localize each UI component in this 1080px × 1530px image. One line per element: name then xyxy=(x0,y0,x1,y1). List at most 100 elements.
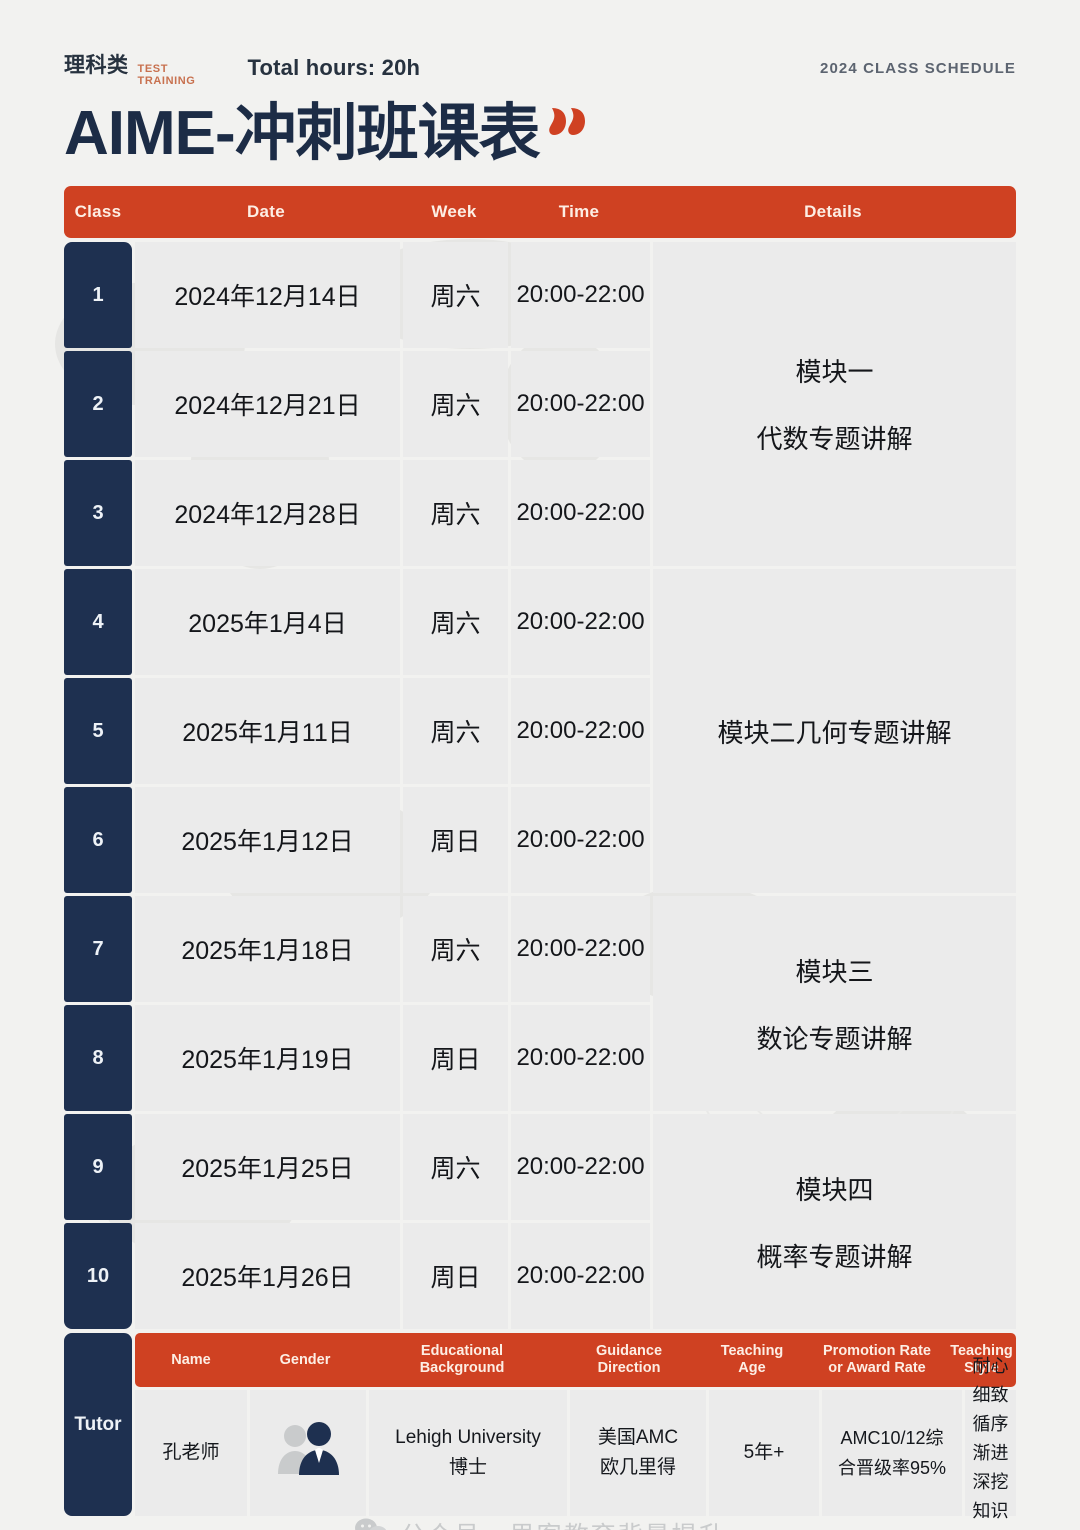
page-title: AIME-冲刺班课表 xyxy=(64,99,541,168)
week-cell: 周六 xyxy=(403,242,508,348)
column-header-details: Details xyxy=(804,202,862,221)
tutor-gender-cell xyxy=(250,1390,366,1516)
module-cell: 模块一 代数专题讲解 xyxy=(653,242,1016,566)
male-female-avatar-icon xyxy=(271,1419,345,1487)
column-header-week: Week xyxy=(431,202,477,221)
date-cell: 2025年1月25日 xyxy=(135,1114,400,1220)
wechat-icon xyxy=(354,1517,388,1530)
watermark: 公众号 · 思客教育背景提升 xyxy=(0,1516,1080,1530)
column-header-date: Date xyxy=(246,202,286,221)
week-cell: 周日 xyxy=(403,1005,508,1111)
time-cell: 20:00-22:00 xyxy=(511,787,650,893)
watermark-text: 公众号 · 思客教育背景提升 xyxy=(400,1516,725,1530)
time-column: 20:00-22:00 20:00-22:00 20:00-22:00 20:00-2… xyxy=(508,242,650,1329)
tutor-table: Name Gender Educational Background Guida… xyxy=(135,1333,1016,1530)
brand-logo-en: TEST TRAINING xyxy=(137,63,196,87)
tutor-column-age-line1: Teaching xyxy=(720,1343,784,1359)
tutor-column-education: Educational Background xyxy=(363,1343,561,1377)
quote-marks-icon xyxy=(548,106,588,143)
brand-logo-cn: 理科类 xyxy=(64,54,129,77)
tutor-column-promotion-rate: Promotion Rate or Award Rate xyxy=(807,1343,947,1377)
class-number-column: 1 2 3 4 5 6 7 8 9 10 xyxy=(64,242,132,1329)
time-cell: 20:00-22:00 xyxy=(511,460,650,566)
tutor-style-line2: 循序渐进 xyxy=(972,1413,1009,1463)
week-cell: 周日 xyxy=(403,787,508,893)
module-title: 模块一 xyxy=(795,357,874,387)
module-subject: 代数专题讲解 xyxy=(756,424,913,454)
class-number-cell: 9 xyxy=(64,1114,132,1220)
tutor-rate-line2: 合晋级率95% xyxy=(837,1458,947,1478)
time-cell: 20:00-22:00 xyxy=(511,351,650,457)
time-cell: 20:00-22:00 xyxy=(511,1114,650,1220)
total-hours-label: Total hours: 20h xyxy=(247,55,421,80)
module-title: 模块四 xyxy=(795,1174,874,1205)
brand-logo: 理科类 TEST TRAINING xyxy=(64,49,195,87)
tutor-column-age-line2: Age xyxy=(738,1360,766,1376)
time-cell: 20:00-22:00 xyxy=(511,896,650,1002)
tutor-column-teaching-age: Teaching Age xyxy=(697,1343,807,1377)
module-cell: 模块四 概率专题讲解 xyxy=(653,1114,1016,1329)
module-title: 模块三 xyxy=(795,956,874,987)
tutor-column-name: Name xyxy=(171,1351,211,1368)
week-cell: 周六 xyxy=(403,896,508,1002)
date-cell: 2025年1月19日 xyxy=(135,1005,400,1111)
date-cell: 2024年12月14日 xyxy=(135,242,400,348)
tutor-column-education-line2: Background xyxy=(419,1360,505,1376)
tutor-column-rate-line2: or Award Rate xyxy=(828,1360,926,1376)
column-header-class: Class xyxy=(74,202,122,221)
title-row: AIME-冲刺班课表 xyxy=(64,98,1016,170)
tutor-style-line1: 耐心细致 xyxy=(972,1355,1009,1405)
week-cell: 周六 xyxy=(403,569,508,675)
schedule-table-body: 1 2 3 4 5 6 7 8 9 10 2024年12月14日 2024年12月21日 2024年1… xyxy=(64,242,1016,1329)
tutor-column-education-line1: Educational xyxy=(420,1343,504,1359)
tutor-education-cell: Lehigh University 博士 xyxy=(369,1390,567,1516)
tutor-table-header: Name Gender Educational Background Guida… xyxy=(135,1333,1016,1387)
date-cell: 2025年1月4日 xyxy=(135,569,400,675)
class-number-cell: 1 xyxy=(64,242,132,348)
class-number-cell: 2 xyxy=(64,351,132,457)
class-number-cell: 8 xyxy=(64,1005,132,1111)
schedule-table-header: Class Date Week Time Details xyxy=(64,186,1016,238)
tutor-teaching-age-cell: 5年+ xyxy=(709,1390,819,1516)
module-subject: 数论专题讲解 xyxy=(756,1023,913,1054)
date-cell: 2025年1月26日 xyxy=(135,1223,400,1329)
week-cell: 周六 xyxy=(403,351,508,457)
tutor-section: Tutor Name Gender Educational Background… xyxy=(64,1333,1016,1530)
tutor-label: Tutor xyxy=(64,1333,132,1516)
time-cell: 20:00-22:00 xyxy=(511,678,650,784)
week-cell: 周六 xyxy=(403,678,508,784)
time-cell: 20:00-22:00 xyxy=(511,569,650,675)
date-cell: 2024年12月28日 xyxy=(135,460,400,566)
tutor-table-row: 孔老师 Lehigh University 博士 美国AMC 欧几里得 5年+ … xyxy=(135,1356,1016,1530)
tutor-direction-line2: 欧几里得 xyxy=(599,1457,676,1478)
schedule-year-tag: 2024 CLASS SCHEDULE xyxy=(820,59,1016,77)
class-number-cell: 3 xyxy=(64,460,132,566)
details-column: 模块一代数专题讲解模块二几何专题讲解 模块三数论专题讲解模块四 概率专题讲解 xyxy=(653,242,1016,1329)
module-cell: 模块二几何专题讲解 xyxy=(653,569,1016,893)
week-cell: 周日 xyxy=(403,1223,508,1329)
class-number-cell: 7 xyxy=(64,896,132,1002)
time-cell: 20:00-22:00 xyxy=(511,1223,650,1329)
week-cell: 周六 xyxy=(403,1114,508,1220)
tutor-column-rate-line1: Promotion Rate xyxy=(823,1343,931,1359)
week-column: 周六 周六 周六 周六 周六 周日 周六 周日 周六 周日 xyxy=(400,242,508,1329)
date-cell: 2024年12月21日 xyxy=(135,351,400,457)
time-cell: 20:00-22:00 xyxy=(511,242,650,348)
class-number-cell: 10 xyxy=(64,1223,132,1329)
tutor-direction-line1: 美国AMC xyxy=(597,1427,679,1448)
week-cell: 周六 xyxy=(403,460,508,566)
date-cell: 2025年1月11日 xyxy=(135,678,400,784)
class-number-cell: 6 xyxy=(64,787,132,893)
tutor-education-line2: 博士 xyxy=(448,1457,487,1478)
schedule-table: Class Date Week Time Details 1 2 3 4 5 6 7 8 9 10… xyxy=(64,186,1016,1329)
tutor-name-cell: 孔老师 xyxy=(135,1390,247,1516)
class-number-cell: 5 xyxy=(64,678,132,784)
date-cell: 2025年1月18日 xyxy=(135,896,400,1002)
date-column: 2024年12月14日 2024年12月21日 2024年12月28日 2025年1月… xyxy=(132,242,400,1329)
tutor-direction-cell: 美国AMC 欧几里得 xyxy=(570,1390,706,1516)
time-cell: 20:00-22:00 xyxy=(511,1005,650,1111)
module-cell: 模块三 数论专题讲解 xyxy=(653,896,1016,1111)
date-cell: 2025年1月12日 xyxy=(135,787,400,893)
brand-logo-en-line1: TEST xyxy=(137,63,169,75)
module-title: 模块二几何专题讲解 xyxy=(717,717,952,748)
